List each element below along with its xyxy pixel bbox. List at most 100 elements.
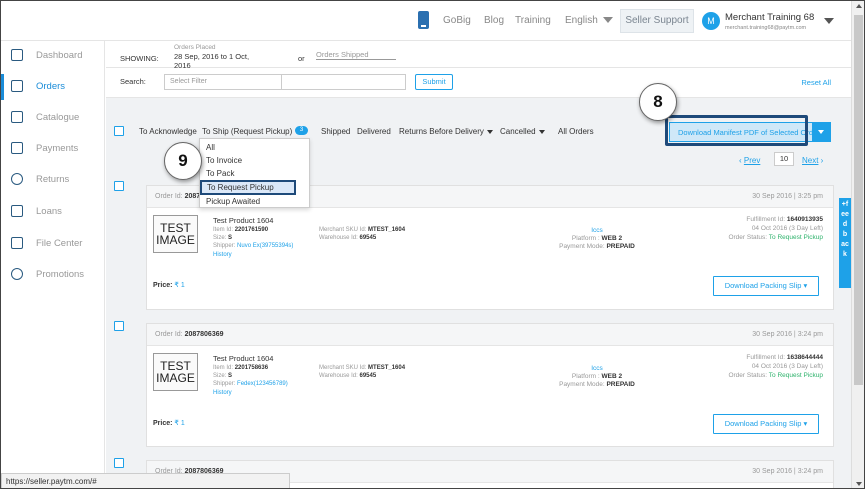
feedback-label: +feedback bbox=[841, 201, 849, 258]
platform: Platform : WEB 2 bbox=[552, 373, 642, 380]
sidebar-item-returns[interactable]: Returns bbox=[1, 169, 105, 191]
item-id-label: Item Id: bbox=[213, 227, 234, 233]
training-link[interactable]: Training bbox=[515, 15, 551, 26]
warehouse-label: Warehouse Id: bbox=[319, 235, 358, 241]
orders-shipped-picker[interactable]: Orders Shipped bbox=[316, 50, 396, 60]
order-checkbox[interactable] bbox=[114, 321, 124, 331]
shipper-link[interactable]: Nuvo Ex(39755394s) bbox=[237, 243, 293, 249]
avatar[interactable]: M bbox=[702, 12, 720, 30]
scroll-thumb[interactable] bbox=[854, 15, 863, 385]
returns-icon bbox=[11, 173, 23, 185]
merchant-email: merchant.training68@paytm.com bbox=[725, 25, 807, 31]
sidebar: Dashboard Orders Catalogue Payments Retu… bbox=[1, 41, 105, 488]
mobile-phone-icon[interactable] bbox=[418, 11, 429, 29]
dropdown-item-all[interactable]: All bbox=[206, 143, 215, 152]
merchant-name[interactable]: Merchant Training 68 bbox=[725, 12, 814, 23]
tab-shipped[interactable]: Shipped bbox=[321, 127, 350, 136]
history-link[interactable]: History bbox=[213, 252, 232, 258]
chevron-down-icon[interactable] bbox=[812, 123, 830, 141]
sidebar-item-label: File Center bbox=[36, 238, 83, 249]
item-id: Item Id: 2201761590 bbox=[213, 227, 268, 233]
chevron-down-icon bbox=[602, 17, 613, 24]
tab-cancelled[interactable]: Cancelled bbox=[500, 127, 545, 136]
language-label: English bbox=[565, 15, 598, 26]
payment-label: Payment Mode: bbox=[559, 243, 605, 250]
item-id-label: Item Id: bbox=[213, 365, 234, 371]
loans-icon bbox=[11, 205, 23, 217]
fulfillment-label: Fulfillment Id: bbox=[746, 354, 786, 361]
next-label: Next bbox=[802, 156, 819, 165]
dropdown-item-pickup-awaited[interactable]: Pickup Awaited bbox=[206, 197, 260, 206]
sidebar-item-label: Promotions bbox=[36, 269, 85, 280]
price: Price: ₹ 1 bbox=[153, 419, 185, 427]
tab-all-orders[interactable]: All Orders bbox=[558, 127, 594, 136]
sidebar-item-catalogue[interactable]: Catalogue bbox=[1, 107, 105, 129]
gobig-link[interactable]: GoBig bbox=[443, 15, 471, 26]
product-title[interactable]: Test Product 1604 bbox=[213, 216, 273, 225]
tab-to-ship[interactable]: To Ship (Request Pickup) bbox=[202, 127, 302, 136]
payment-label: Payment Mode: bbox=[559, 381, 605, 388]
order-status: Order Status: To Request Pickup bbox=[728, 372, 823, 379]
blog-link[interactable]: Blog bbox=[484, 15, 504, 26]
prev-page-link[interactable]: ‹ Prev bbox=[739, 156, 760, 165]
order-checkbox[interactable] bbox=[114, 458, 124, 468]
channel-link[interactable]: Iccs bbox=[552, 365, 642, 372]
page-number-input[interactable]: 10 bbox=[774, 152, 794, 166]
order-card-header: Order Id: 2087806369 30 Sep 2016 | 3:24 … bbox=[147, 324, 833, 346]
or-label: or bbox=[298, 54, 305, 63]
due-date: 04 Oct 2016 (3 Day Left) bbox=[751, 363, 823, 370]
search-filter-input[interactable]: Select Filter bbox=[164, 74, 406, 90]
tab-returns-before-delivery[interactable]: Returns Before Delivery bbox=[399, 127, 493, 136]
size-label: Size: bbox=[213, 373, 227, 379]
price-value: ₹ 1 bbox=[174, 420, 185, 427]
platform-value: WEB 2 bbox=[601, 235, 623, 242]
next-page-link[interactable]: Next › bbox=[802, 156, 823, 165]
card-icon bbox=[11, 142, 23, 154]
sidebar-item-orders[interactable]: Orders bbox=[1, 74, 105, 100]
size-label: Size: bbox=[213, 235, 227, 241]
feedback-tab[interactable]: +feedback bbox=[839, 198, 851, 288]
shipper-link[interactable]: Fedex(123456789) bbox=[237, 381, 288, 387]
select-all-checkbox[interactable] bbox=[114, 126, 124, 136]
size-value: S bbox=[228, 235, 233, 241]
reset-all-link[interactable]: Reset All bbox=[801, 78, 831, 87]
browser-frame: GoBig Blog Training English Seller Suppo… bbox=[0, 0, 865, 489]
sidebar-item-file-center[interactable]: File Center bbox=[1, 233, 105, 255]
fulfillment-id: Fulfillment Id: 1638644444 bbox=[746, 354, 823, 361]
product-title[interactable]: Test Product 1604 bbox=[213, 354, 273, 363]
product-image[interactable]: TEST IMAGE bbox=[153, 353, 198, 391]
sidebar-item-loans[interactable]: Loans bbox=[1, 201, 105, 223]
download-packing-slip-button[interactable]: Download Packing Slip ▾ bbox=[713, 414, 819, 434]
platform-value: WEB 2 bbox=[601, 373, 623, 380]
sidebar-item-payments[interactable]: Payments bbox=[1, 138, 105, 160]
size: Size: S bbox=[213, 235, 232, 241]
download-packing-slip-button[interactable]: Download Packing Slip ▾ bbox=[713, 276, 819, 296]
warehouse-value: 69545 bbox=[359, 235, 377, 241]
history-link[interactable]: History bbox=[213, 390, 232, 396]
dropdown-item-to-pack[interactable]: To Pack bbox=[206, 169, 234, 178]
dropdown-item-to-request-pickup[interactable]: To Request Pickup bbox=[200, 180, 296, 195]
language-select[interactable]: English bbox=[565, 15, 613, 26]
search-label: Search: bbox=[120, 77, 146, 86]
order-card: Order Id: 2087806369 30 Sep 2016 | 3:24 … bbox=[146, 323, 834, 447]
scroll-down-icon[interactable] bbox=[856, 482, 862, 486]
scroll-up-icon[interactable] bbox=[856, 4, 862, 8]
submit-button[interactable]: Submit bbox=[415, 74, 453, 90]
warehouse-label: Warehouse Id: bbox=[319, 373, 358, 379]
scrollbar[interactable] bbox=[851, 1, 864, 488]
sidebar-item-dashboard[interactable]: Dashboard bbox=[1, 45, 105, 67]
sidebar-item-promotions[interactable]: Promotions bbox=[1, 264, 105, 286]
dropdown-item-to-invoice[interactable]: To Invoice bbox=[206, 156, 242, 165]
tab-to-acknowledge[interactable]: To Acknowledge bbox=[139, 127, 197, 136]
order-id-value: 2087 bbox=[184, 193, 201, 200]
account-chevron-down-icon[interactable] bbox=[824, 18, 834, 24]
tab-to-ship-label: To Ship (Request Pickup) bbox=[202, 127, 293, 136]
item-id-value: 2201761590 bbox=[234, 227, 269, 233]
seller-support-button[interactable]: Seller Support bbox=[620, 9, 694, 33]
fulfillment-id: Fulfillment Id: 1640913935 bbox=[746, 216, 823, 223]
channel-link[interactable]: Iccs bbox=[552, 227, 642, 234]
order-checkbox[interactable] bbox=[114, 181, 124, 191]
tab-delivered[interactable]: Delivered bbox=[357, 127, 391, 136]
product-image[interactable]: TEST IMAGE bbox=[153, 215, 198, 253]
size-value: S bbox=[228, 373, 233, 379]
